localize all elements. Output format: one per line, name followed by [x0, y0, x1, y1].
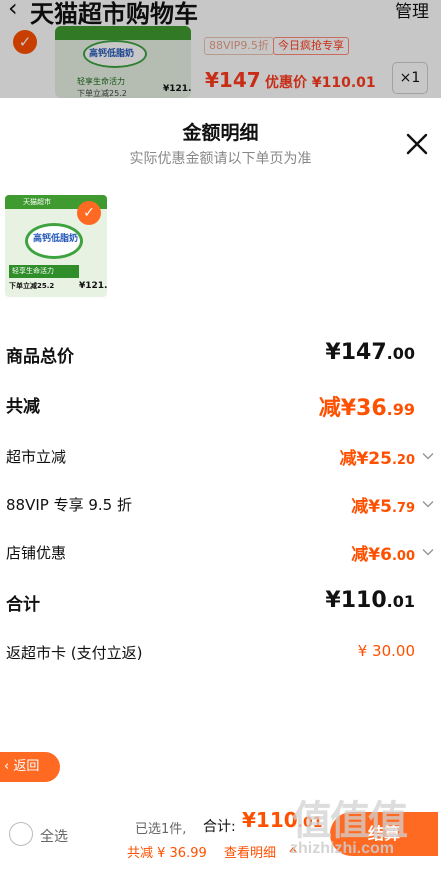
row-goods-total: 商品总价 ¥147.00 — [0, 336, 441, 376]
goods-total-label: 商品总价 — [6, 347, 74, 367]
amount-detail-sheet: 金额明细 实际优惠金额请以下单页为准 天猫超市 高钙低脂奶 轻享生命活力 下单立… — [0, 98, 441, 871]
product-image-name: 高钙低脂奶 — [33, 234, 79, 244]
select-all-label[interactable]: 全选 — [40, 826, 68, 846]
goods-total-dec: .00 — [386, 344, 415, 363]
goods-total-int: ¥147 — [325, 340, 387, 365]
footer-total-label: 合计: — [203, 819, 236, 835]
view-detail-link[interactable]: 查看明细 — [224, 842, 276, 861]
chevron-down-icon[interactable] — [422, 498, 434, 510]
store-discount-int: ¥6 — [368, 545, 392, 565]
chevron-left-icon: ‹ — [4, 759, 14, 774]
supermarket-reduce-int: ¥25 — [356, 449, 392, 469]
return-button[interactable]: ‹ 返回 — [0, 752, 60, 782]
cart-page-background: ‹ 天猫超市购物车 管理 ✓ 高钙低脂奶 轻享生命活力 下单立减25.2 ¥12… — [0, 0, 441, 98]
product-image-price: ¥121.8 — [79, 281, 107, 291]
row-store-discount[interactable]: 店铺优惠 减¥6.00 — [0, 534, 441, 574]
vip-discount-value: 减¥5.79 — [351, 492, 415, 517]
row-supermarket-reduce[interactable]: 超市立减 减¥25.20 — [0, 438, 441, 478]
product-image: 天猫超市 高钙低脂奶 轻享生命活力 下单立减25.2 ¥121.8 ✓ — [5, 195, 107, 297]
total-int: ¥110 — [325, 588, 387, 613]
watermark-glyphs: 值值值 — [292, 798, 408, 844]
total-label: 合计 — [6, 595, 40, 615]
checkmark-icon: ✓ — [77, 201, 101, 225]
overlay-dim — [0, 0, 441, 98]
card-return-value: ¥ 30.00 — [357, 642, 415, 660]
row-total: 合计 ¥110.01 — [0, 584, 441, 624]
total-reduce-int: ¥36 — [340, 396, 387, 421]
card-return-label: 返超市卡 (支付立返) — [6, 644, 143, 662]
total-value: ¥110.01 — [325, 588, 415, 613]
store-discount-value: 减¥6.00 — [351, 540, 415, 565]
vip-discount-dec: .79 — [391, 501, 415, 516]
footer-discount: 共减 ¥ 36.99 — [127, 846, 207, 861]
total-reduce-prefix: 减 — [318, 396, 341, 421]
total-reduce-dec: .99 — [386, 400, 415, 419]
watermark: 值值值 zhizhizhi.com — [290, 788, 436, 868]
supermarket-reduce-label: 超市立减 — [6, 448, 67, 466]
row-vip-discount[interactable]: 88VIP 专享 9.5 折 减¥5.79 — [0, 486, 441, 526]
total-reduce-value: 减¥36.99 — [319, 390, 415, 422]
product-image-sub: 下单立减25.2 — [9, 282, 55, 290]
vip-discount-int: ¥5 — [368, 497, 392, 517]
select-all-radio[interactable] — [9, 822, 33, 846]
goods-total-value: ¥147.00 — [325, 340, 415, 365]
product-image-slogan: 轻享生命活力 — [9, 265, 79, 278]
row-card-return: 返超市卡 (支付立返) ¥ 30.00 — [0, 634, 441, 674]
store-discount-label: 店铺优惠 — [6, 544, 67, 562]
selected-count: 已选1件, — [135, 822, 187, 837]
supermarket-reduce-prefix: 减 — [339, 449, 357, 469]
return-label: 返回 — [13, 759, 40, 774]
store-discount-prefix: 减 — [351, 545, 369, 565]
total-reduce-label: 共减 — [6, 397, 40, 417]
vip-discount-label: 88VIP 专享 9.5 折 — [6, 496, 132, 514]
close-icon[interactable] — [405, 132, 429, 156]
total-dec: .01 — [386, 592, 415, 611]
sheet-title: 金额明细 — [182, 122, 259, 144]
chevron-down-icon[interactable] — [422, 450, 434, 462]
supermarket-reduce-dec: .20 — [391, 453, 415, 468]
row-total-reduce: 共减 减¥36.99 — [0, 386, 441, 426]
chevron-down-icon[interactable] — [422, 546, 434, 558]
store-discount-dec: .00 — [391, 549, 415, 564]
sheet-subtitle: 实际优惠金额请以下单页为准 — [129, 151, 312, 167]
watermark-url: zhizhizhi.com — [290, 840, 394, 857]
supermarket-reduce-value: 减¥25.20 — [339, 444, 415, 469]
vip-discount-prefix: 减 — [351, 497, 369, 517]
